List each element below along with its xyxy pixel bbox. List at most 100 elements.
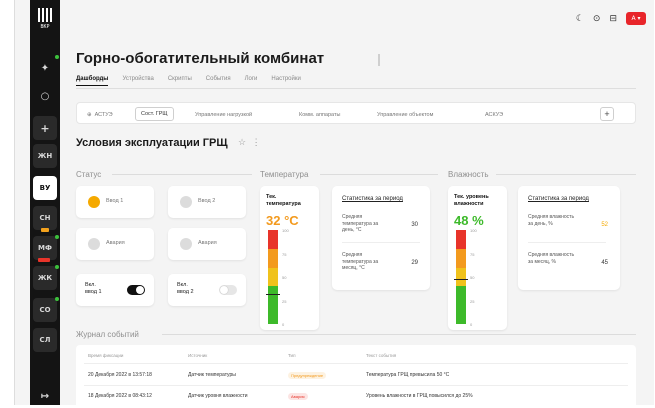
humidity-value: 48 % (454, 213, 484, 228)
journal-divider (162, 334, 636, 335)
status-lamp (88, 196, 100, 208)
gauge-tick-label: 75 (470, 251, 475, 257)
cell-time: 18 Декабря 2022 в 08:43:12 (88, 393, 152, 399)
topbar-icons: ☾ ⊙ ⊟ А ▾ (576, 12, 646, 25)
toggle-label: Вкл. ввод 2 (177, 282, 194, 295)
stat-divider (342, 242, 420, 243)
stat-value: 30 (411, 222, 418, 228)
temperature-stats-card: Статистика за период Средняя температура… (332, 186, 430, 290)
temperature-stats-link[interactable]: Статистика за период (342, 196, 403, 202)
plus-icon[interactable]: + (33, 116, 57, 140)
input-2-toggle[interactable] (219, 285, 237, 295)
tab-load-control[interactable]: Управление нагрузкой (195, 108, 252, 121)
gauge-level-marker (266, 293, 280, 295)
status-lamp (180, 196, 192, 208)
status-lamp (180, 238, 192, 250)
nav-devices[interactable]: Устройства (122, 76, 153, 86)
gauge-bar-segment (268, 230, 278, 249)
humidity-stats-link[interactable]: Статистика за период (528, 196, 589, 202)
dashboard-tabs: ⊕ АСТУЭ Сост. ГРЩ Управление нагрузкой Ко… (76, 102, 636, 124)
sidebar-item-zhn[interactable]: ЖН (33, 144, 57, 168)
sparkle-icon[interactable]: ✦ (33, 55, 59, 80)
tab-askue[interactable]: АСКУЭ (485, 108, 503, 121)
sidebar-item-sl[interactable]: СЛ (33, 328, 57, 352)
tab-sost-grsh[interactable]: Сост. ГРЩ (135, 107, 174, 121)
database-icon[interactable]: ⊟ (609, 14, 617, 24)
cell-text: Температура ГРЩ превысила 50 °С (366, 372, 450, 378)
stat-label: Средняя температура за день, °С (342, 214, 379, 233)
temperature-gauge-card: Тек. температура 32 °C 100 75 50 25 0 (260, 186, 319, 330)
gauge-tick-label: 100 (470, 228, 477, 233)
help-icon[interactable]: ⊙ (593, 14, 601, 24)
table-row-divider (84, 363, 628, 364)
status-lamp (88, 238, 100, 250)
column-header-time[interactable]: Время фиксации (88, 353, 123, 358)
sidebar-item-zhk[interactable]: ЖК (33, 265, 59, 290)
search-icon[interactable]: ○ (33, 84, 57, 108)
gauge-tick-label: 50 (282, 275, 287, 280)
logout-icon[interactable]: ↦ (33, 384, 57, 408)
cell-source: Датчик уровня влажности (188, 393, 248, 399)
add-tab-button[interactable]: + (600, 107, 614, 121)
input-1-toggle[interactable] (127, 285, 145, 295)
sidebar: ВКР ✦ ○ + ЖН ВУ СН МФ ЖК СО СЛ ↦ (30, 0, 60, 405)
column-header-type[interactable]: Тип (288, 353, 296, 358)
sidebar-item-so[interactable]: СО (33, 297, 59, 322)
nav-settings[interactable]: Настройки (271, 76, 300, 86)
humidity-gauge-card: Тек. уровень влажности 48 % 100 75 50 25 0 (448, 186, 507, 330)
sidebar-item-mf[interactable]: МФ (33, 235, 59, 262)
toggle-card-input-1: Вкл. ввод 1 (76, 274, 154, 306)
nav-scripts[interactable]: Скрипты (168, 76, 192, 86)
temperature-gauge-title: Тек. температура (266, 194, 301, 207)
humidity-divider (496, 174, 636, 175)
status-section-title: Статус (76, 170, 102, 179)
stat-divider (528, 242, 606, 243)
gauge-level-marker (454, 278, 468, 280)
stat-value: 29 (411, 260, 418, 266)
status-divider (112, 174, 252, 175)
nav-events[interactable]: События (206, 76, 231, 86)
logo-mark (38, 8, 52, 22)
gauge-bar-segment (268, 267, 278, 287)
status-label: Авария (198, 240, 217, 246)
main-content: ☾ ⊙ ⊟ А ▾ Горно-обогатительный комбинат … (60, 0, 654, 405)
humidity-stats-card: Статистика за период Средняя влажность з… (518, 186, 620, 290)
title-drag-handle[interactable] (378, 54, 380, 66)
nav-dashboards[interactable]: Дашборды (76, 76, 109, 86)
sidebar-item-sn[interactable]: СН (33, 206, 57, 232)
gauge-tick-label: 25 (282, 298, 287, 304)
gauge-bar-segment (268, 248, 278, 268)
status-label: Ввод 1 (106, 198, 124, 204)
dashboard-title: Условия эксплуатации ГРЩ (76, 137, 228, 149)
gauge-tick-label: 25 (470, 298, 475, 304)
page-title: Горно-обогатительный комбинат (76, 50, 325, 67)
stat-label: Средняя влажность за день, % (528, 214, 575, 227)
stat-value: 52 (601, 222, 608, 228)
nav-logs[interactable]: Логи (245, 76, 258, 86)
tab-comm-devices[interactable]: Комм. аппараты (299, 108, 340, 121)
status-card-input-1: Ввод 1 (76, 186, 154, 218)
gauge-tick-label: 0 (282, 322, 285, 327)
star-icon[interactable]: ☆ (238, 137, 246, 147)
column-header-text[interactable]: Текст события (366, 353, 396, 358)
tab-astue[interactable]: ⊕ АСТУЭ (87, 108, 113, 121)
gauge-tick-label: 100 (282, 228, 289, 233)
column-header-source[interactable]: Источник (188, 353, 207, 358)
more-icon[interactable]: ⋮ (252, 137, 261, 147)
humidity-gauge-title: Тек. уровень влажности (454, 194, 489, 207)
tab-object-control[interactable]: Управление объектом (377, 108, 433, 121)
main-nav: Дашборды Устройства Скрипты События Логи… (76, 76, 315, 86)
logo-text: ВКР (40, 24, 50, 30)
cell-text: Уровень влажности в ГРЩ повысился до 25% (366, 393, 473, 399)
stat-value: 45 (601, 260, 608, 266)
events-table: Время фиксации Источник Тип Текст событи… (76, 345, 636, 405)
moon-icon[interactable]: ☾ (576, 14, 584, 24)
gauge-bar-segment (456, 248, 466, 268)
temperature-divider (320, 174, 438, 175)
gauge-tick-label: 0 (470, 322, 473, 327)
avatar[interactable]: А ▾ (626, 12, 646, 25)
gauge-bar-segment (456, 286, 466, 324)
cell-type-badge: Авария (288, 393, 308, 400)
gauge-bar-segment (456, 267, 466, 287)
sidebar-item-vu[interactable]: ВУ (33, 176, 57, 200)
